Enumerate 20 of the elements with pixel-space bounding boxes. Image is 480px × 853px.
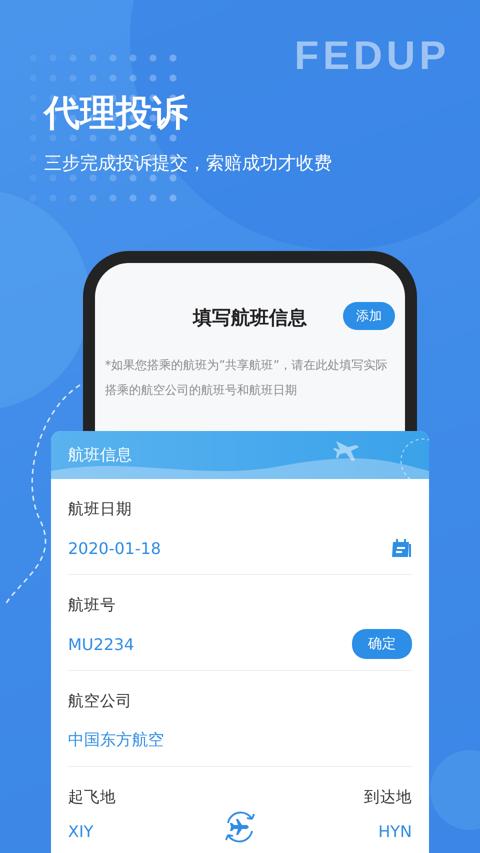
note-text: *如果您搭乘的航班为”共享航班”，请在此处填写实际搭乘的航空公司的航班号和航班日期 [105, 357, 388, 400]
card-title: 航班信息 [68, 444, 132, 466]
calendar-icon[interactable] [390, 537, 412, 559]
field-label: 到达地 [364, 787, 412, 808]
field-value[interactable]: MU2234 [68, 634, 134, 654]
airplane-icon [333, 441, 359, 461]
screen-title: 填写航班信息 [193, 306, 307, 332]
field-value[interactable]: HYN [378, 822, 412, 841]
field-label: 航班日期 [68, 499, 133, 520]
hero-title: 代理投诉 [44, 92, 188, 136]
field-value[interactable]: XIY [68, 822, 94, 841]
field-value[interactable]: 中国东方航空 [68, 730, 164, 750]
brand-text: FEDUP [294, 34, 450, 79]
field-label: 起飞地 [68, 787, 116, 808]
add-button[interactable]: 添加 [343, 302, 395, 330]
field-label: 航班号 [68, 595, 117, 616]
field-label: 航空公司 [68, 691, 133, 712]
confirm-button[interactable]: 确定 [352, 629, 412, 659]
hero-subtitle: 三步完成投诉提交，索赔成功才收费 [44, 152, 332, 176]
field-value[interactable]: 2020-01-18 [68, 538, 161, 558]
